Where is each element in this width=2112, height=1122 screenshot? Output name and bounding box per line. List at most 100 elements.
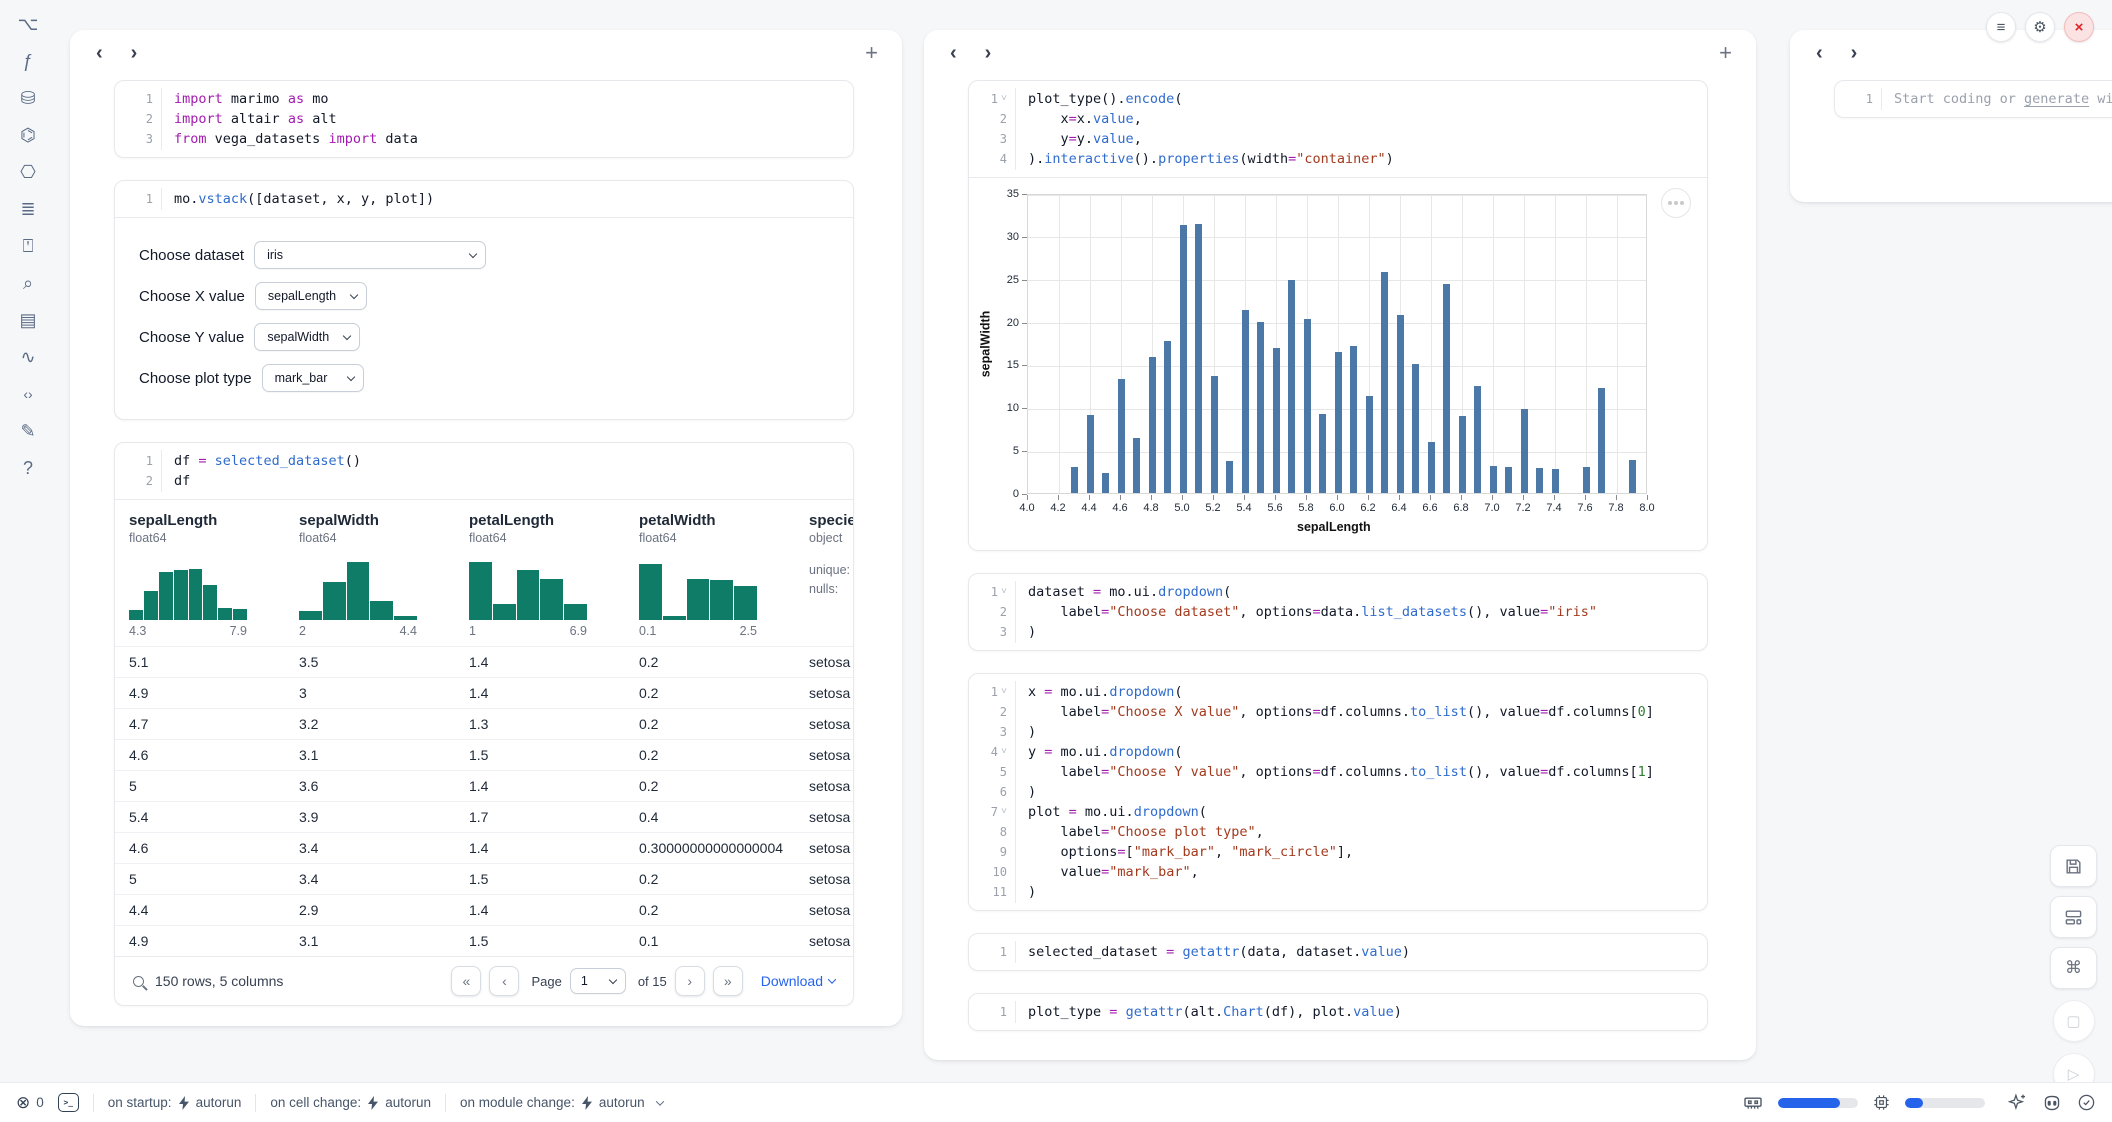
fold-arrow[interactable]: ˅: [1001, 742, 1007, 762]
help-icon[interactable]: ?: [16, 456, 40, 480]
chart-plot-area[interactable]: [1027, 194, 1647, 494]
packages-icon[interactable]: ⎔: [16, 160, 40, 184]
line-number: 3: [969, 622, 1015, 642]
stop-button[interactable]: ▢: [2053, 1000, 2095, 1042]
chat-icon[interactable]: ⍞: [16, 234, 40, 258]
chevron-left-icon[interactable]: ‹: [96, 45, 103, 61]
x-tick-label: 7.0: [1476, 502, 1508, 514]
cell-editor[interactable]: 1selected_dataset = getattr(data, datase…: [969, 934, 1707, 970]
autorun-on-cell-change[interactable]: on cell change: autorun: [270, 1095, 431, 1110]
notebook-cell: 1˅plot_type().encode(2 x=x.value,3 y=y.v…: [968, 80, 1708, 551]
dropdown-choose-x-value[interactable]: sepalLength: [255, 282, 367, 310]
code-line: 1selected_dataset = getattr(data, datase…: [969, 942, 1707, 962]
dataframe-table: sepalLengthfloat644.37.9sepalWidthfloat6…: [115, 500, 853, 956]
next-page-button[interactable]: ›: [675, 966, 705, 996]
column-name[interactable]: petalLength: [469, 512, 611, 529]
cell-editor[interactable]: 1˅plot_type().encode(2 x=x.value,3 y=y.v…: [969, 81, 1707, 177]
scratchpad-icon[interactable]: ≣: [16, 197, 40, 221]
x-tick-label: 7.2: [1507, 502, 1539, 514]
bar: [1071, 467, 1078, 493]
cell-editor[interactable]: 1import marimo as mo2import altair as al…: [115, 81, 853, 157]
bar: [1629, 460, 1636, 493]
dropdown-choose-dataset[interactable]: iris: [254, 241, 486, 269]
column-name[interactable]: sepalWidth: [299, 512, 441, 529]
fold-arrow[interactable]: ˅: [1001, 802, 1007, 822]
error-circle-icon: ⊗: [16, 1093, 30, 1113]
cell-editor[interactable]: 1˅x = mo.ui.dropdown(2 label="Choose X v…: [969, 674, 1707, 910]
menu-button[interactable]: ≡: [1986, 12, 2016, 42]
settings-button[interactable]: ⚙: [2025, 12, 2055, 42]
datasources-icon[interactable]: ⛁: [16, 86, 40, 110]
chevron-right-icon[interactable]: ›: [131, 45, 138, 61]
gear-icon: ⚙: [2033, 18, 2046, 36]
page-select[interactable]: 1: [570, 968, 626, 994]
histogram-bar: [469, 562, 492, 620]
code-line: 1plot_type = getattr(alt.Chart(df), plot…: [969, 1002, 1707, 1022]
layout-button[interactable]: [2050, 896, 2097, 938]
chevron-left-icon[interactable]: ‹: [950, 45, 957, 61]
code-text: y=y.value,: [1015, 129, 1142, 149]
dropdown-choose-plot-type[interactable]: mark_bar: [262, 364, 364, 392]
first-page-button[interactable]: «: [451, 966, 481, 996]
x-tick-label: 7.8: [1600, 502, 1632, 514]
cell-editor[interactable]: 1mo.vstack([dataset, x, y, plot]): [115, 181, 853, 217]
keyboard-shortcuts-button[interactable]: ⌘: [2050, 947, 2097, 989]
column-name[interactable]: petalWidth: [639, 512, 781, 529]
cell-editor[interactable]: 1plot_type = getattr(alt.Chart(df), plot…: [969, 994, 1707, 1030]
fold-arrow[interactable]: ˅: [1001, 582, 1007, 602]
cell-editor[interactable]: 1 Start coding or generate with: [1835, 81, 2112, 117]
fold-arrow[interactable]: ˅: [1001, 89, 1007, 109]
control-row: Choose plot typemark_bar: [139, 364, 829, 392]
copilot-icon[interactable]: [2042, 1094, 2062, 1112]
ai-sparkle-icon[interactable]: [2008, 1093, 2027, 1112]
column-name[interactable]: species: [809, 512, 853, 529]
cell-editor[interactable]: 1˅dataset = mo.ui.dropdown(2 label="Choo…: [969, 574, 1707, 650]
add-cell-icon[interactable]: +: [1719, 40, 1732, 66]
altair-bar-chart: 051015202530354.04.24.44.64.85.05.25.45.…: [969, 178, 1707, 550]
shutdown-button[interactable]: ×: [2064, 12, 2094, 42]
connection-status-icon[interactable]: [2077, 1093, 2096, 1112]
search-icon[interactable]: [133, 976, 144, 987]
save-button[interactable]: [2050, 845, 2097, 887]
dropdown-choose-y-value[interactable]: sepalWidth: [254, 323, 360, 351]
chevron-right-icon[interactable]: ›: [1851, 45, 1858, 61]
dependency-graph-icon[interactable]: ⌬: [16, 123, 40, 147]
column-name[interactable]: sepalLength: [129, 512, 271, 529]
bar: [1490, 466, 1497, 493]
chevron-down-icon: [350, 291, 358, 299]
code-text: import marimo as mo: [161, 89, 328, 109]
table-column-header[interactable]: speciesobjectunique:nulls:: [795, 512, 853, 638]
file-explorer-icon[interactable]: ⌥: [16, 12, 40, 36]
autorun-on-module-change[interactable]: on module change: autorun: [460, 1095, 663, 1110]
variables-icon[interactable]: ƒ: [16, 49, 40, 73]
tracing-icon[interactable]: ∿: [16, 345, 40, 369]
autorun-on-startup[interactable]: on startup: autorun: [108, 1095, 242, 1110]
prev-page-button[interactable]: ‹: [489, 966, 519, 996]
generate-with-ai-link[interactable]: generate: [2024, 91, 2089, 107]
histogram-range: 0.12.5: [639, 624, 757, 638]
table-column-header[interactable]: sepalLengthfloat644.37.9: [115, 512, 285, 638]
logs-icon[interactable]: ⌕: [16, 271, 40, 295]
chart-actions-button[interactable]: [1661, 188, 1691, 218]
table-cell: 4.6: [115, 740, 285, 770]
command-icon: ⌘: [2065, 958, 2082, 978]
terminal-button[interactable]: >_: [58, 1093, 79, 1112]
documentation-icon[interactable]: ▤: [16, 308, 40, 332]
last-page-button[interactable]: »: [713, 966, 743, 996]
table-column-header[interactable]: sepalWidthfloat6424.4: [285, 512, 455, 638]
snippets-icon[interactable]: ‹›: [16, 382, 40, 406]
chevron-left-icon[interactable]: ‹: [1816, 45, 1823, 61]
column-nav: ‹ › +: [70, 30, 902, 66]
bar: [1350, 346, 1357, 493]
table-cell: 3.9: [285, 802, 455, 832]
chevron-right-icon[interactable]: ›: [985, 45, 992, 61]
outline-icon[interactable]: ✎: [16, 419, 40, 443]
errors-indicator[interactable]: ⊗ 0: [16, 1093, 44, 1113]
table-column-header[interactable]: petalLengthfloat6416.9: [455, 512, 625, 638]
add-cell-icon[interactable]: +: [865, 40, 878, 66]
cell-editor[interactable]: 1df = selected_dataset()2df: [115, 443, 853, 499]
download-button[interactable]: Download: [761, 973, 835, 989]
fold-arrow[interactable]: ˅: [1001, 682, 1007, 702]
range-min: 1: [469, 624, 476, 638]
table-column-header[interactable]: petalWidthfloat640.12.5: [625, 512, 795, 638]
